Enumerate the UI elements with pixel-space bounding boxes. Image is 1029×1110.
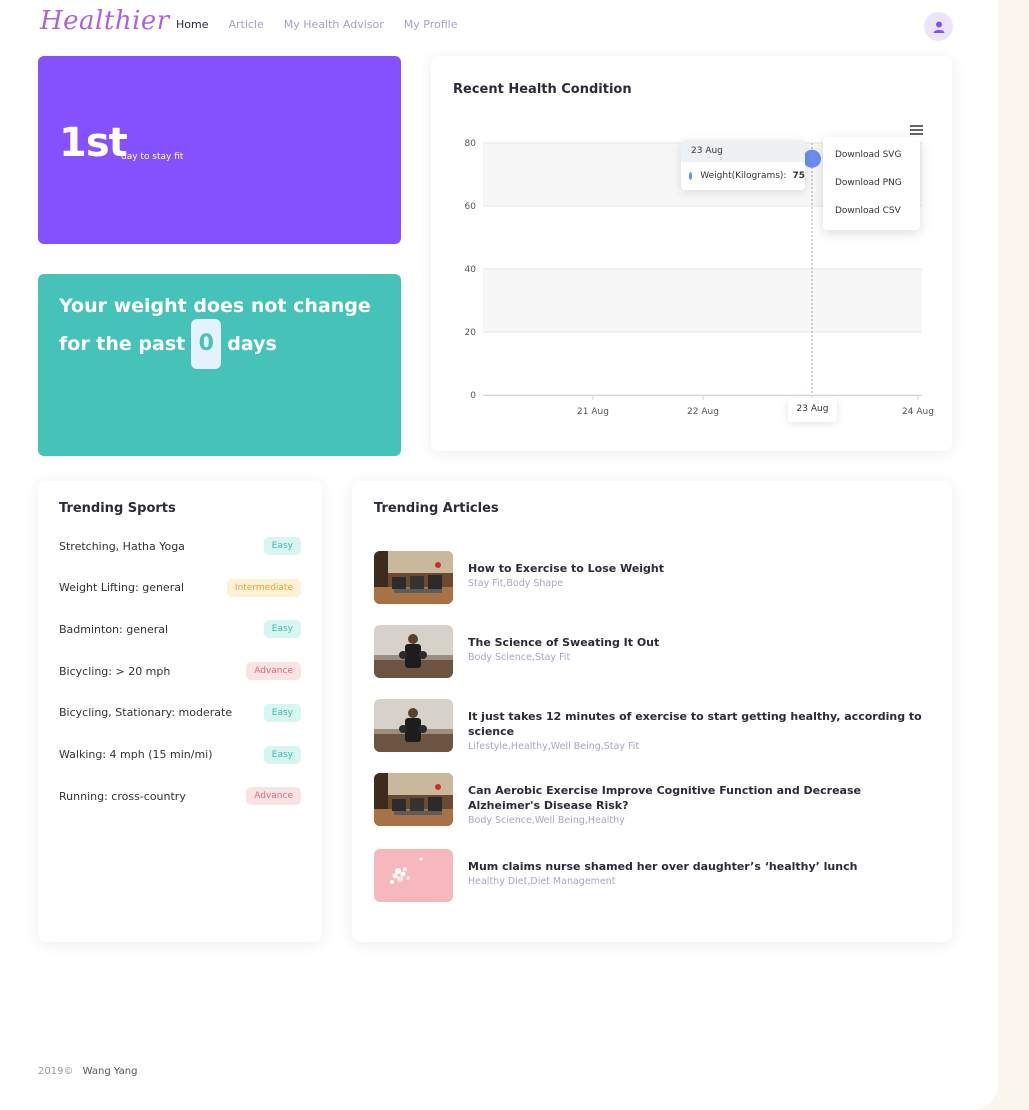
chart-menu-icon[interactable]: [910, 125, 923, 137]
difficulty-badge: Easy: [263, 703, 301, 722]
copyright-year: 2019©: [38, 1066, 74, 1077]
footer-author: Wang Yang: [82, 1066, 138, 1077]
y-tick-label: 20: [465, 328, 477, 338]
download-svg-item[interactable]: Download SVG: [823, 143, 920, 171]
sport-row[interactable]: Walking: 4 mph (15 min/mi) Easy: [59, 745, 301, 764]
health-chart[interactable]: 0 20 40 60 80 21 Aug 22 Aug 24 Aug: [0, 0, 1029, 460]
sport-row[interactable]: Running: cross-country Advance: [59, 787, 301, 806]
article-thumbnail[interactable]: [374, 551, 453, 604]
difficulty-badge: Easy: [263, 745, 301, 764]
y-tick-label: 80: [465, 139, 477, 149]
article-title[interactable]: Can Aerobic Exercise Improve Cognitive F…: [468, 783, 928, 813]
article-title[interactable]: Mum claims nurse shamed her over daughte…: [468, 859, 928, 874]
grid-band: [483, 269, 922, 332]
x-axis-tooltip: 23 Aug: [788, 398, 837, 422]
sport-name: Bicycling: > 20 mph: [59, 664, 171, 678]
difficulty-badge: Easy: [263, 620, 301, 639]
articles-title: Trending Articles: [374, 501, 499, 516]
article-tags: Body Science,Well Being,Healthy: [468, 815, 625, 826]
y-tick-label: 40: [465, 265, 477, 275]
article-title[interactable]: It just takes 12 minutes of exercise to …: [468, 709, 928, 739]
tooltip-series-name: Weight(Kilograms):: [700, 171, 787, 181]
footer: 2019© Wang Yang: [38, 1066, 137, 1077]
difficulty-badge: Advance: [246, 662, 301, 681]
article-thumbnail[interactable]: [374, 699, 453, 752]
sport-name: Running: cross-country: [59, 789, 186, 803]
x-tick-label: 22 Aug: [687, 407, 719, 417]
difficulty-badge: Advance: [246, 787, 301, 806]
download-csv-item[interactable]: Download CSV: [823, 199, 920, 227]
difficulty-badge: Intermediate: [226, 578, 301, 597]
article-thumbnail[interactable]: [374, 625, 453, 678]
download-png-item[interactable]: Download PNG: [823, 171, 920, 199]
article-title[interactable]: The Science of Sweating It Out: [468, 635, 928, 650]
chart-tooltip: 23 Aug Weight(Kilograms): 75: [681, 140, 805, 190]
trending-articles-card: Trending Articles How to Exercise to Los…: [352, 481, 952, 942]
article-tags: Healthy Diet,Diet Management: [468, 876, 616, 887]
chart-download-menu: Download SVG Download PNG Download CSV: [823, 137, 920, 230]
y-tick-label: 0: [470, 391, 476, 401]
trending-sports-card: Trending Sports Stretching, Hatha Yoga Ea…: [38, 481, 322, 942]
sport-row[interactable]: Stretching, Hatha Yoga Easy: [59, 537, 301, 555]
sports-title: Trending Sports: [59, 501, 176, 516]
y-tick-label: 60: [465, 202, 477, 212]
sport-name: Weight Lifting: general: [59, 581, 185, 595]
series-marker-icon: [689, 172, 693, 180]
x-tick-label: 24 Aug: [902, 407, 934, 417]
x-tick-label: 21 Aug: [577, 407, 609, 417]
article-tags: Lifestyle,Healthy,Well Being,Stay Fit: [468, 741, 640, 752]
article-tags: Body Science,Stay Fit: [468, 652, 571, 663]
sport-name: Stretching, Hatha Yoga: [59, 539, 185, 553]
sport-row[interactable]: Bicycling, Stationary: moderate Easy: [59, 703, 301, 722]
article-thumbnail[interactable]: [374, 773, 453, 826]
article-tags: Stay Fit,Body Shape: [468, 578, 564, 589]
sport-row[interactable]: Bicycling: > 20 mph Advance: [59, 662, 301, 681]
sport-row[interactable]: Weight Lifting: general Intermediate: [59, 578, 301, 597]
sport-name: Walking: 4 mph (15 min/mi): [59, 748, 213, 761]
sport-row[interactable]: Badminton: general Easy: [59, 620, 301, 639]
sport-name: Bicycling, Stationary: moderate: [59, 706, 233, 720]
sport-name: Badminton: general: [59, 622, 169, 636]
difficulty-badge: Easy: [263, 537, 301, 555]
tooltip-value: 75: [792, 171, 805, 181]
data-point: [803, 149, 821, 168]
article-thumbnail[interactable]: [374, 849, 453, 902]
tooltip-date: 23 Aug: [681, 140, 805, 162]
article-title[interactable]: How to Exercise to Lose Weight: [468, 561, 928, 576]
page: Healthier Home Article My Health Advisor…: [0, 0, 998, 1110]
